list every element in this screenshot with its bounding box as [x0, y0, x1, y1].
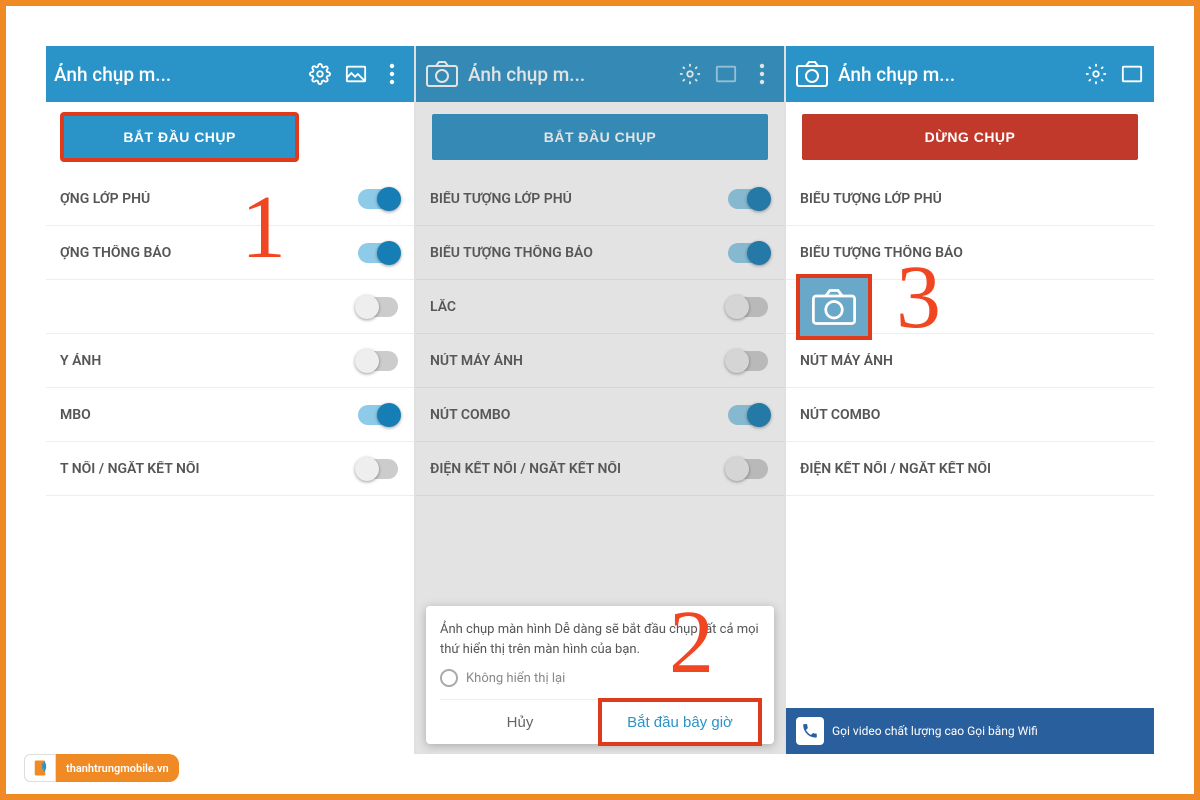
settings-icon[interactable] [676, 60, 704, 88]
stop-capture-button[interactable]: DỪNG CHỤP [802, 114, 1138, 160]
step-annotation: 3 [896, 246, 941, 349]
ad-text: Gọi video chất lượng cao Gọi bằng Wifi [832, 724, 1038, 738]
setting-row[interactable]: ỢNG THÔNG BÁO [46, 226, 414, 280]
ad-icon [796, 717, 824, 745]
ad-banner[interactable]: Gọi video chất lượng cao Gọi bằng Wifi [786, 708, 1154, 754]
dialog-start-button[interactable]: Bắt đầu bây giờ [600, 700, 760, 744]
permission-dialog: Ảnh chụp màn hình Dễ dàng sẽ bắt đầu chụ… [426, 606, 774, 744]
camera-icon [424, 59, 460, 89]
toggle-switch[interactable] [358, 405, 398, 425]
setting-row[interactable]: ĐIỆN KẾT NỐI / NGẮT KẾT NỐI [416, 442, 784, 496]
panel-3: Ảnh chụp m... DỪNG CHỤP BIỂU TƯỢNG LỚP P… [784, 46, 1154, 754]
toggle-switch[interactable] [728, 351, 768, 371]
start-capture-button[interactable]: BẮT ĐẦU CHỤP [432, 114, 768, 160]
app-title: Ảnh chụp m... [838, 63, 955, 86]
watermark-text: thanhtrungmobile.vn [56, 754, 179, 782]
setting-row[interactable]: Y ẢNH [46, 334, 414, 388]
setting-row[interactable]: NÚT MÁY ẢNH [416, 334, 784, 388]
setting-row[interactable]: BIỂU TƯỢNG LỚP PHỦ [786, 172, 1154, 226]
settings-icon[interactable] [1082, 60, 1110, 88]
setting-row[interactable]: NÚT MÁY ẢNH [786, 334, 1154, 388]
toggle-switch[interactable] [728, 297, 768, 317]
setting-row[interactable]: NÚT COMBO [786, 388, 1154, 442]
settings-list: ỢNG LỚP PHỦ ỢNG THÔNG BÁO Y ẢNH MBO T NỐ… [46, 172, 414, 496]
watermark: thanhtrungmobile.vn [24, 754, 179, 782]
step-annotation: 2 [669, 591, 714, 694]
toggle-switch[interactable] [358, 189, 398, 209]
radio-icon [440, 669, 458, 687]
toolbar: Ảnh chụp m... [46, 46, 414, 102]
toggle-switch[interactable] [358, 351, 398, 371]
setting-row[interactable]: NÚT COMBO [416, 388, 784, 442]
setting-row[interactable]: BIỂU TƯỢNG THÔNG BÁO [416, 226, 784, 280]
toggle-switch[interactable] [358, 297, 398, 317]
gallery-icon[interactable] [1118, 60, 1146, 88]
toggle-switch[interactable] [728, 243, 768, 263]
toggle-switch[interactable] [358, 243, 398, 263]
setting-row[interactable] [46, 280, 414, 334]
toolbar: Ảnh chụp m... [786, 46, 1154, 102]
start-capture-button[interactable]: BẮT ĐẦU CHỤP [62, 114, 297, 160]
toggle-switch[interactable] [358, 459, 398, 479]
floating-camera-icon[interactable] [800, 278, 868, 336]
dialog-cancel-button[interactable]: Hủy [440, 700, 600, 744]
setting-row[interactable]: BIỂU TƯỢNG THÔNG BÁO [786, 226, 1154, 280]
app-title: Ảnh chụp m... [54, 63, 171, 86]
setting-row[interactable]: BIỂU TƯỢNG LỚP PHỦ [416, 172, 784, 226]
setting-row[interactable]: MBO [46, 388, 414, 442]
overflow-icon[interactable] [748, 60, 776, 88]
gallery-icon[interactable] [342, 60, 370, 88]
panel-2: Ảnh chụp m... BẮT ĐẦU CHỤP BIỂU TƯỢNG LỚ… [414, 46, 784, 754]
setting-row[interactable]: LẮC [416, 280, 784, 334]
toggle-switch[interactable] [728, 459, 768, 479]
camera-icon [794, 59, 830, 89]
setting-row[interactable]: ỢNG LỚP PHỦ [46, 172, 414, 226]
gallery-icon[interactable] [712, 60, 740, 88]
step-annotation: 1 [241, 176, 286, 279]
setting-row[interactable]: ĐIỆN KẾT NỐI / NGẮT KẾT NỐI [786, 442, 1154, 496]
settings-icon[interactable] [306, 60, 334, 88]
panel-1: Ảnh chụp m... BẮT ĐẦU CHỤP ỢNG LỚP PHỦ Ợ… [46, 46, 414, 754]
setting-row[interactable]: T NỐI / NGẮT KẾT NỐI [46, 442, 414, 496]
overflow-icon[interactable] [378, 60, 406, 88]
settings-list: BIỂU TƯỢNG LỚP PHỦ BIỂU TƯỢNG THÔNG BÁO … [416, 172, 784, 496]
toggle-switch[interactable] [728, 405, 768, 425]
toggle-switch[interactable] [728, 189, 768, 209]
watermark-logo-icon [24, 754, 56, 782]
app-title: Ảnh chụp m... [468, 63, 585, 86]
toolbar: Ảnh chụp m... [416, 46, 784, 102]
